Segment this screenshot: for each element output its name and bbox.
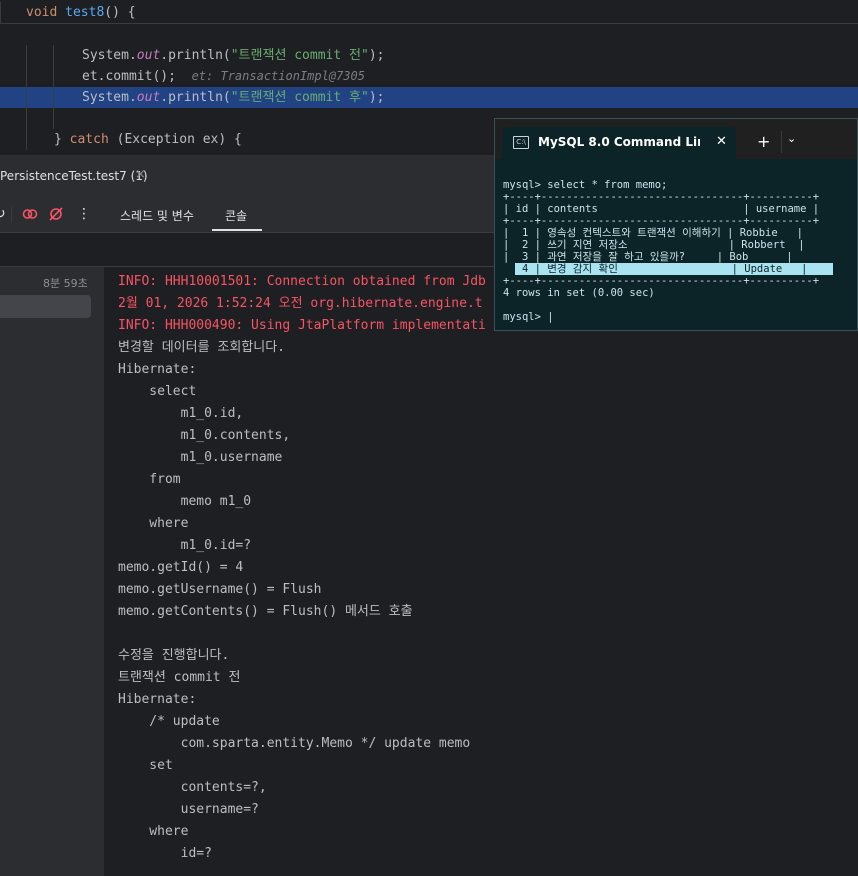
code-text: (Exception ex) { (108, 132, 242, 147)
console-log-line: m1_0.username (118, 450, 283, 465)
console-log-line: Hibernate: (118, 362, 197, 377)
field-name: out (136, 90, 161, 105)
tab-threads-variables[interactable]: 스레드 및 변수 (120, 207, 194, 224)
current-execution-line[interactable]: System.out.println("트랜잭션 commit 후"); (0, 87, 858, 108)
console-log-line: where (118, 824, 189, 839)
console-log-line: memo.getId() = 4 (118, 560, 244, 575)
terminal-app-icon: C:\ (513, 136, 529, 149)
console-log-line: com.sparta.entity.Memo */ update memo (118, 736, 471, 751)
code-text: } (54, 132, 70, 147)
new-tab-icon[interactable]: + (757, 132, 770, 151)
console-log-line: select (118, 384, 197, 399)
titlebar-separator (781, 131, 782, 153)
table-row-selected: | 4 | 변경 감지 확인 | Update | (503, 263, 808, 275)
elapsed-time: 8분 59초 (43, 277, 88, 290)
field-name: out (136, 48, 161, 63)
active-tab-indicator (212, 229, 262, 231)
code-text: ); (368, 48, 385, 63)
code-text: et.commit(); (82, 69, 176, 84)
console-log-line: 수정을 진행합니다. (118, 648, 230, 663)
console-log-line: m1_0.id, (118, 406, 244, 421)
console-log-line: /* update (118, 714, 220, 729)
terminal-prompt[interactable]: mysql> | (503, 311, 554, 323)
console-output[interactable]: INFO: HHH10001501: Connection obtained f… (118, 267, 858, 876)
keyword: catch (69, 132, 109, 147)
console-log-line-error: INFO: HHH10001501: Connection obtained f… (118, 274, 486, 289)
table-row: | 3 | 과연 저장을 잘 하고 있을까? | Bob | (503, 251, 793, 263)
console-log-line: memo.getUsername() = Flush (118, 582, 322, 597)
console-log-line: from (118, 472, 181, 487)
console-log-line: 트랜잭션 commit 전 (118, 670, 241, 685)
console-log-line: username=? (118, 802, 259, 817)
terminal-output[interactable]: mysql> select * from memo; +----+-------… (503, 167, 853, 327)
keyword: void (26, 5, 58, 20)
terminal-title: MySQL 8.0 Command Line Client (538, 135, 700, 149)
terminal-titlebar[interactable]: C:\ MySQL 8.0 Command Line Client ✕ + ⌄ (495, 119, 857, 159)
console-log-line: memo.getContents() = Flush() 메서드 호출 (118, 604, 413, 619)
code-line[interactable]: System.out.println("트랜잭션 commit 전"); (0, 45, 858, 66)
code-text: System. (82, 48, 137, 63)
console-log-line: m1_0.id=? (118, 538, 252, 553)
code-text: System. (82, 90, 137, 105)
string-literal: "트랜잭션 commit 전" (230, 48, 369, 63)
row-count-summary: 4 rows in set (0.00 sec) (503, 287, 655, 299)
console-log-line: where (118, 516, 189, 531)
code-text: () { (104, 5, 136, 20)
console-log-line: 변경할 데이터를 조회합니다. (118, 340, 286, 355)
code-text: .println( (160, 90, 231, 105)
console-log-line: m1_0.contents, (118, 428, 291, 443)
table-row: | 1 | 영속성 컨텍스트와 트랜잭션 이해하기 | Robbie | (503, 227, 803, 239)
more-icon[interactable]: ⋮ (77, 206, 91, 222)
table-border: +----+--------------------------------+-… (503, 215, 820, 227)
tab-console[interactable]: 콘솔 (225, 207, 247, 224)
table-row: | 2 | 쓰기 지연 저장소 | Robbert | (503, 239, 805, 251)
console-log-line: Hibernate: (118, 692, 197, 707)
console-log-line: contents=?, (118, 780, 267, 795)
mute-breakpoints-icon[interactable] (48, 206, 64, 226)
terminal-query: mysql> select * from memo; (503, 179, 668, 191)
frames-list[interactable]: 8분 59초 (0, 267, 104, 876)
method-separator (0, 23, 858, 24)
terminal-tab[interactable]: C:\ MySQL 8.0 Command Line Client ✕ (502, 127, 736, 159)
toolbar-separator (11, 207, 12, 223)
debug-session-tab[interactable]: PersistenceTest.test7 (1) (0, 169, 148, 183)
selected-frame-row[interactable] (0, 295, 91, 318)
stop-icon[interactable] (22, 206, 38, 226)
string-literal: "트랜잭션 commit 후" (230, 90, 369, 105)
console-log-line: set (118, 758, 173, 773)
console-log-line-error: 2월 01, 2026 1:52:24 오전 org.hibernate.eng… (118, 296, 483, 311)
close-icon[interactable]: × (135, 167, 146, 182)
rerun-icon[interactable]: ↻ (0, 206, 6, 222)
code-text: .println( (160, 48, 231, 63)
code-line[interactable]: void test8() { (0, 2, 858, 23)
console-log-line: id=? (118, 846, 212, 861)
close-icon[interactable]: ✕ (716, 134, 727, 149)
method-name: test8 (65, 5, 105, 20)
code-line[interactable]: et.commit(); et: TransactionImpl@7305 (0, 66, 858, 87)
mysql-terminal-window[interactable]: C:\ MySQL 8.0 Command Line Client ✕ + ⌄ … (494, 118, 858, 331)
table-border: +----+--------------------------------+-… (503, 275, 820, 287)
table-header: | id | contents | username | (503, 203, 820, 215)
debug-inlay-value: et: TransactionImpl@7305 (191, 69, 365, 83)
console-log-line: memo m1_0 (118, 494, 252, 509)
console-log-line-error: INFO: HHH000490: Using JtaPlatform imple… (118, 318, 486, 333)
chevron-down-icon[interactable]: ⌄ (787, 132, 796, 145)
table-border: +----+--------------------------------+-… (503, 191, 820, 203)
code-text: ); (368, 90, 385, 105)
